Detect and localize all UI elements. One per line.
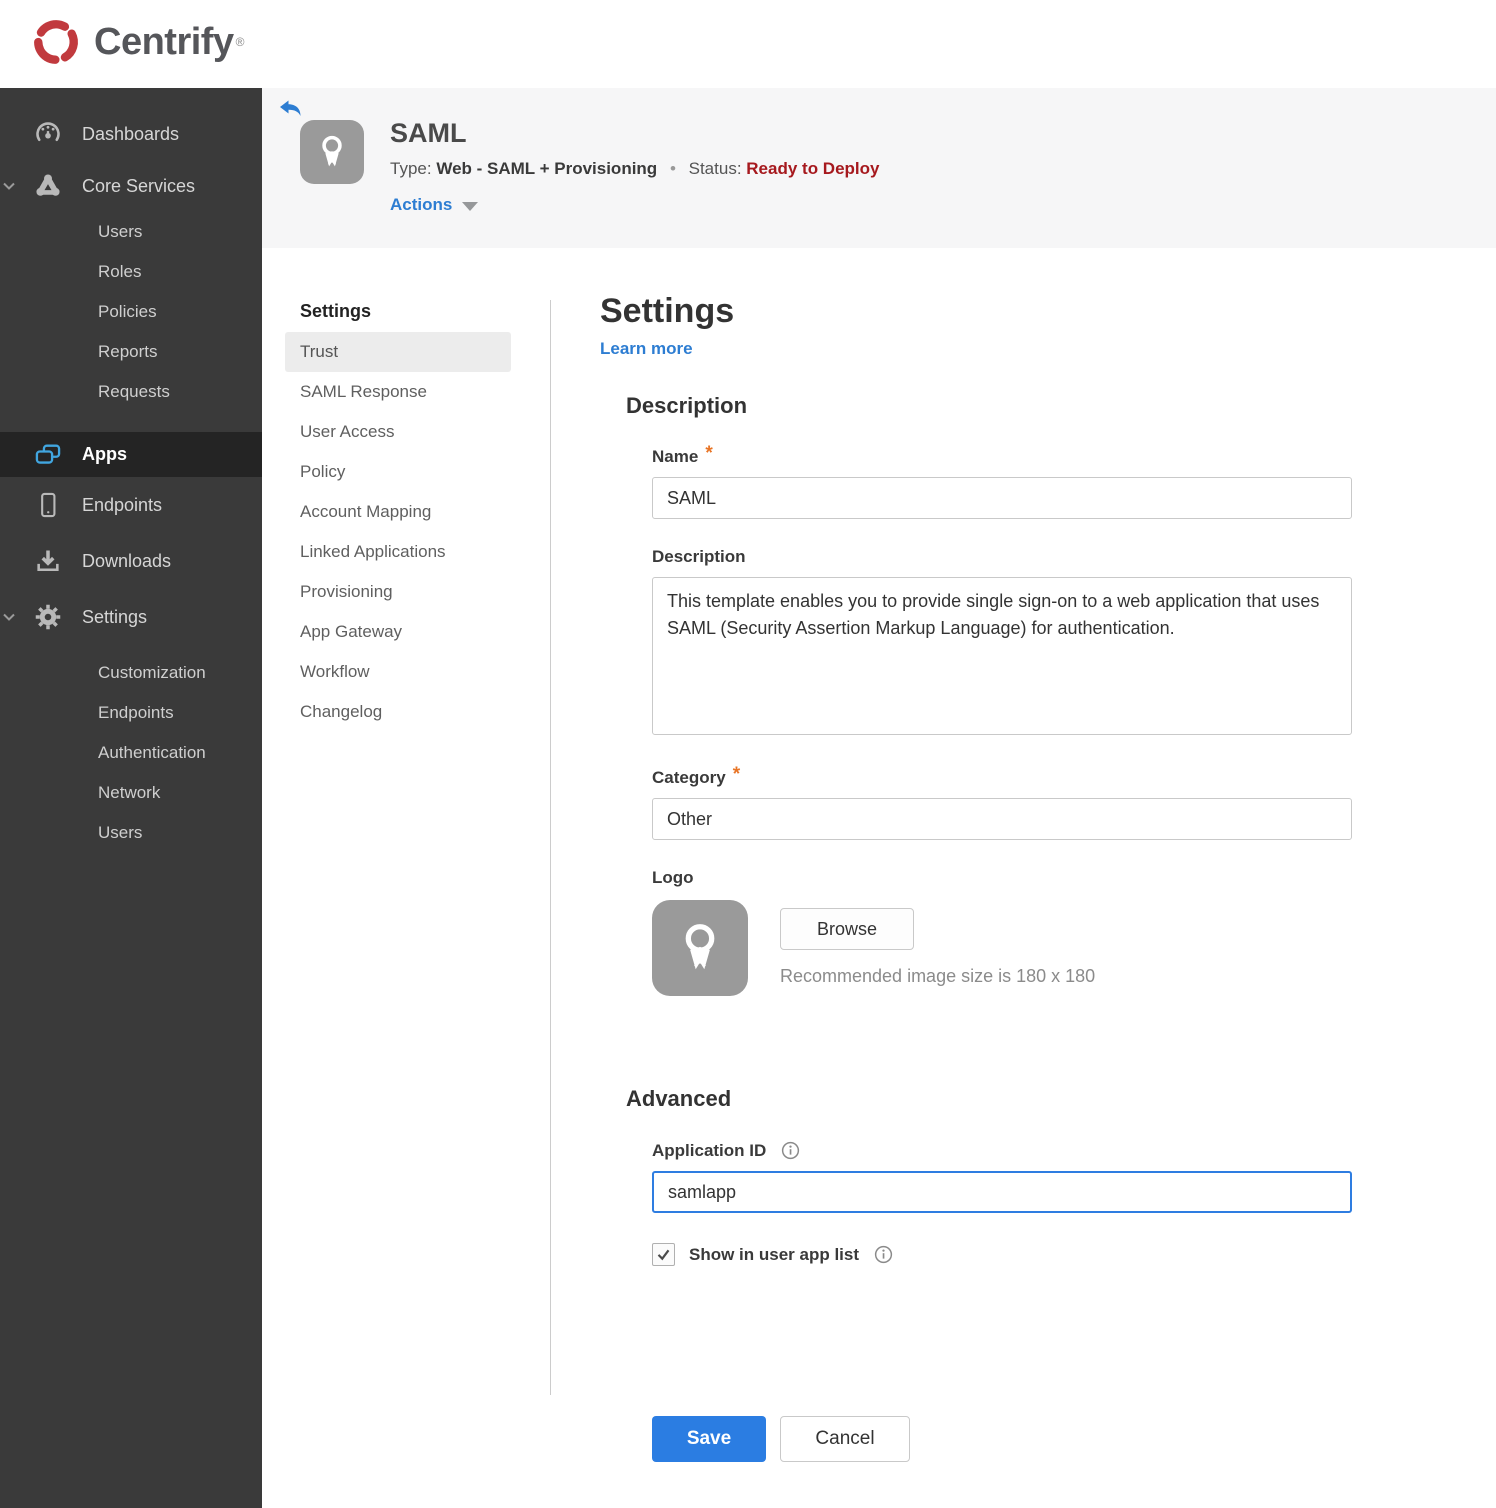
category-label: Category bbox=[652, 768, 726, 787]
award-ribbon-icon bbox=[685, 924, 715, 970]
sidebar: Dashboards Core Services Users Roles Pol… bbox=[0, 88, 262, 1508]
form-footer: Save Cancel bbox=[652, 1416, 1352, 1462]
award-ribbon-icon bbox=[322, 135, 342, 167]
subnav-item-workflow[interactable]: Workflow bbox=[285, 652, 511, 692]
sidebar-item-policies[interactable]: Policies bbox=[0, 292, 262, 332]
description-label: Description bbox=[652, 547, 746, 566]
gear-icon bbox=[34, 603, 62, 631]
sidebar-item-endpoints[interactable]: Endpoints bbox=[0, 477, 262, 533]
subnav-item-policy[interactable]: Policy bbox=[285, 452, 511, 492]
category-label-row: Category * bbox=[652, 764, 1352, 788]
description-field[interactable]: This template enables you to provide sin… bbox=[652, 577, 1352, 735]
actions-dropdown[interactable]: Actions bbox=[390, 195, 879, 215]
sidebar-item-label: Dashboards bbox=[82, 123, 180, 144]
sidebar-item-requests[interactable]: Requests bbox=[0, 372, 262, 412]
brand-name: Centrify bbox=[94, 20, 234, 63]
actions-label: Actions bbox=[390, 195, 453, 214]
sidebar-item-settings[interactable]: Settings bbox=[0, 589, 262, 645]
cancel-button[interactable]: Cancel bbox=[780, 1416, 910, 1462]
settings-form: Settings Learn more Description Name * D… bbox=[600, 248, 1356, 1462]
name-label: Name bbox=[652, 447, 699, 466]
registered-mark: ® bbox=[235, 35, 245, 49]
sidebar-item-reports[interactable]: Reports bbox=[0, 332, 262, 372]
type-label: Type: bbox=[390, 159, 432, 178]
save-button[interactable]: Save bbox=[652, 1416, 766, 1462]
sidebar-item-authentication[interactable]: Authentication bbox=[0, 733, 262, 773]
application-id-label: Application ID bbox=[652, 1140, 767, 1160]
learn-more-link[interactable]: Learn more bbox=[600, 339, 693, 359]
type-value: Web - SAML + Provisioning bbox=[436, 159, 658, 178]
page: Centrify ® Dashboards Core Services User… bbox=[0, 0, 1496, 1508]
status-label: Status: bbox=[688, 159, 742, 178]
app-type-status: Type: Web - SAML + Provisioning • Status… bbox=[390, 159, 879, 179]
caret-down-icon bbox=[462, 202, 479, 211]
checkmark-icon bbox=[657, 1249, 670, 1261]
sidebar-item-network[interactable]: Network bbox=[0, 773, 262, 813]
show-in-app-list-checkbox[interactable] bbox=[652, 1243, 675, 1266]
sidebar-item-label: Core Services bbox=[82, 175, 196, 196]
core-services-icon bbox=[34, 172, 62, 200]
description-section-heading: Description bbox=[626, 393, 748, 418]
sidebar-item-core-services[interactable]: Core Services bbox=[0, 160, 262, 212]
dot-separator: • bbox=[669, 159, 676, 178]
subnav-item-changelog[interactable]: Changelog bbox=[285, 692, 511, 732]
sidebar-item-label: Downloads bbox=[82, 550, 172, 571]
app-title: SAML bbox=[390, 118, 467, 148]
recommended-size-text: Recommended image size is 180 x 180 bbox=[780, 966, 1096, 986]
sidebar-item-label: Endpoints bbox=[82, 494, 163, 515]
back-arrow-icon bbox=[280, 100, 301, 116]
back-button[interactable] bbox=[278, 96, 302, 120]
gauge-icon bbox=[34, 120, 62, 148]
name-field[interactable] bbox=[652, 477, 1352, 519]
app-header: SAML Type: Web - SAML + Provisioning • S… bbox=[262, 88, 1496, 248]
centrify-swirl-icon bbox=[34, 20, 78, 64]
sidebar-item-endpoints-settings[interactable]: Endpoints bbox=[0, 693, 262, 733]
subnav-item-linked-applications[interactable]: Linked Applications bbox=[285, 532, 511, 572]
subnav-item-provisioning[interactable]: Provisioning bbox=[285, 572, 511, 612]
subnav-item-trust[interactable]: Trust bbox=[285, 332, 511, 372]
advanced-section-heading: Advanced bbox=[626, 1086, 732, 1111]
sidebar-item-dashboards[interactable]: Dashboards bbox=[0, 108, 262, 160]
download-icon bbox=[34, 547, 62, 575]
apps-icon bbox=[34, 441, 62, 469]
logo-label: Logo bbox=[652, 868, 694, 887]
required-marker: * bbox=[705, 443, 713, 464]
settings-subnav: Settings Trust SAML Response User Access… bbox=[285, 296, 511, 732]
subnav-item-user-access[interactable]: User Access bbox=[285, 412, 511, 452]
sidebar-item-users[interactable]: Users bbox=[0, 212, 262, 252]
logo-preview bbox=[652, 900, 748, 996]
top-bar: Centrify ® bbox=[0, 0, 1496, 88]
status-value: Ready to Deploy bbox=[746, 159, 880, 178]
subnav-item-account-mapping[interactable]: Account Mapping bbox=[285, 492, 511, 532]
brand-logo: Centrify ® bbox=[28, 14, 244, 70]
device-icon bbox=[34, 491, 62, 519]
page-title: Settings bbox=[600, 292, 735, 330]
name-label-row: Name * bbox=[652, 443, 1352, 467]
show-in-app-list-row: Show in user app list bbox=[652, 1243, 1352, 1266]
sidebar-item-users-settings[interactable]: Users bbox=[0, 813, 262, 853]
chevron-down-icon bbox=[2, 610, 16, 624]
subnav-item-app-gateway[interactable]: App Gateway bbox=[285, 612, 511, 652]
required-marker: * bbox=[732, 764, 741, 785]
show-in-app-list-label: Show in user app list bbox=[689, 1244, 860, 1264]
category-field[interactable] bbox=[652, 798, 1352, 840]
sidebar-item-apps[interactable]: Apps bbox=[0, 432, 262, 477]
chevron-down-icon bbox=[2, 179, 16, 193]
sidebar-item-customization[interactable]: Customization bbox=[0, 653, 262, 693]
application-id-label-row: Application ID bbox=[652, 1140, 1352, 1161]
sidebar-item-roles[interactable]: Roles bbox=[0, 252, 262, 292]
info-icon[interactable] bbox=[873, 1244, 894, 1265]
app-logo bbox=[300, 120, 364, 184]
subnav-item-saml-response[interactable]: SAML Response bbox=[285, 372, 511, 412]
browse-button[interactable]: Browse bbox=[780, 908, 914, 950]
application-id-field[interactable] bbox=[652, 1171, 1352, 1213]
sidebar-item-label: Settings bbox=[82, 606, 148, 627]
sidebar-item-downloads[interactable]: Downloads bbox=[0, 533, 262, 589]
sidebar-item-label: Apps bbox=[82, 444, 127, 464]
content-area: Settings Trust SAML Response User Access… bbox=[262, 248, 1496, 1462]
info-icon[interactable] bbox=[780, 1140, 801, 1161]
vertical-divider bbox=[550, 300, 551, 1395]
subnav-title: Settings bbox=[300, 301, 372, 321]
